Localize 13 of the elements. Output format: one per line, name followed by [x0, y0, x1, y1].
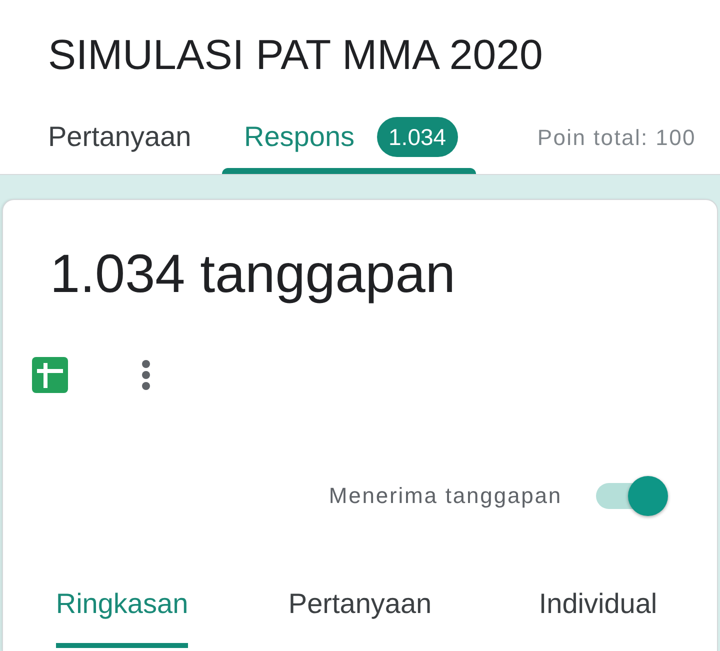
more-menu-icon[interactable] [140, 360, 152, 390]
tab[interactable]: Pertanyaan [288, 587, 432, 648]
tab[interactable]: Pertanyaan [26, 100, 222, 174]
response-count-badge: 1.034 [376, 117, 458, 157]
form-title: SIMULASI PAT MMA 2020 [47, 30, 544, 80]
accepting-responses-label: Menerima tanggapan [328, 483, 562, 509]
tab[interactable]: Individual [538, 587, 658, 648]
response-count: 1.034 tanggapan [50, 243, 456, 306]
points-total: Poin total: 100 [537, 125, 697, 151]
accepting-toggle[interactable] [594, 475, 670, 517]
tab[interactable]: Ringkasan [56, 587, 188, 648]
spreadsheet-icon[interactable] [32, 357, 68, 393]
tab[interactable]: Respons 1.034 [222, 100, 476, 174]
